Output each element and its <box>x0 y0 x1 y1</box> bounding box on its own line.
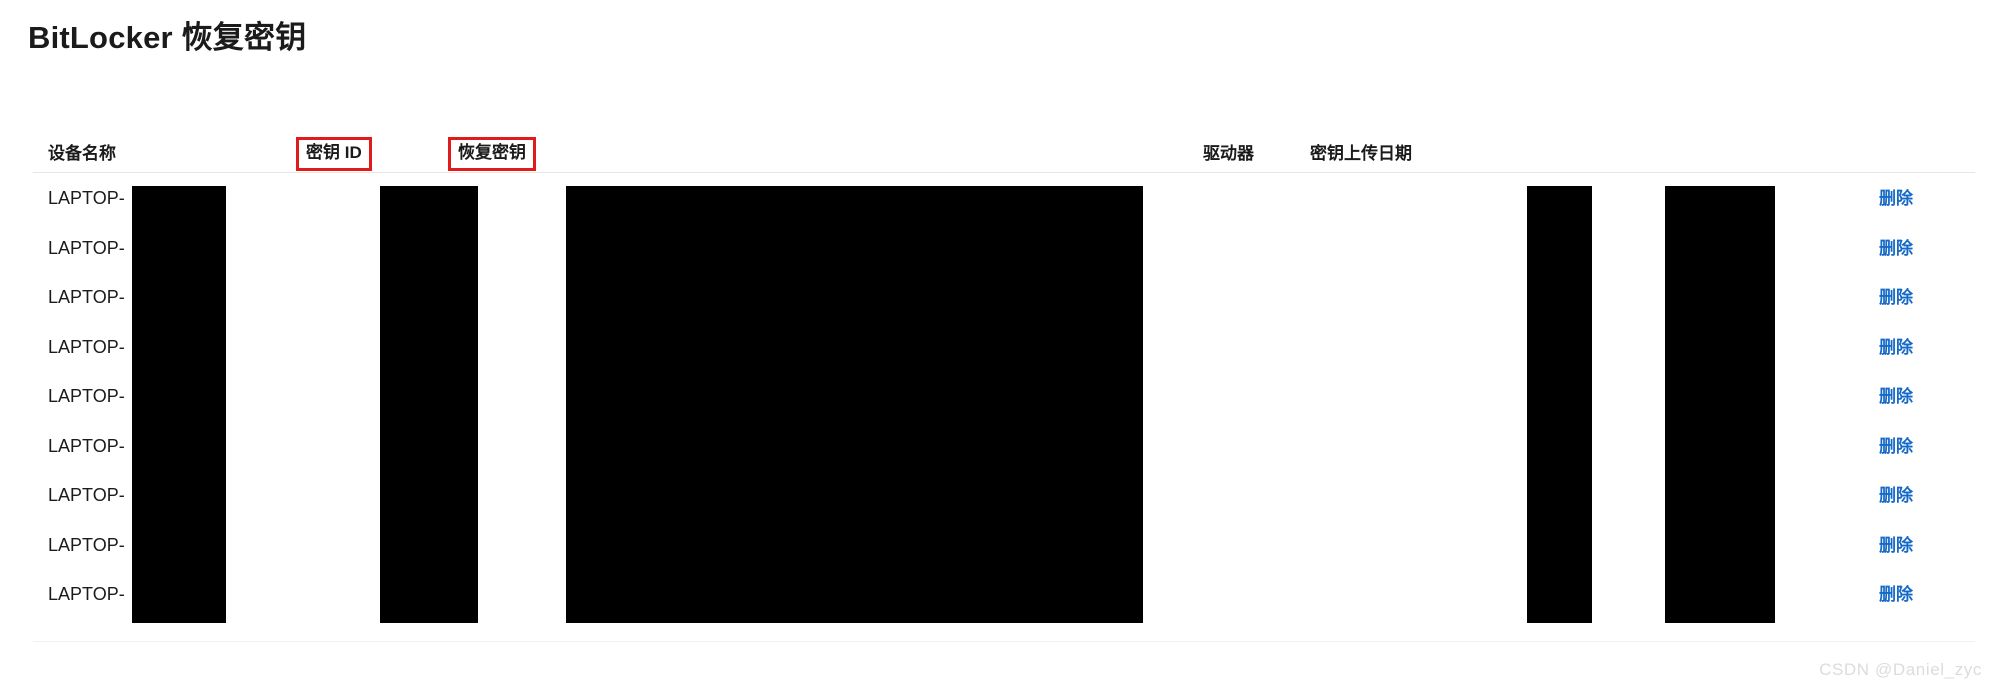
redaction-block-upload-date <box>1665 186 1775 623</box>
cell-device-name: LAPTOP- <box>48 188 125 208</box>
cell-device-name: LAPTOP- <box>48 237 125 258</box>
redaction-block-device-name <box>132 186 226 623</box>
delete-key-link[interactable]: 删除 <box>1879 323 1913 372</box>
column-header-recovery_key: 恢复密钥 <box>448 137 536 171</box>
column-header-upload_date: 密钥上传日期 <box>1310 144 1412 163</box>
bitlocker-recovery-keys-table: 设备名称 密钥 ID 恢复密钥 驱动器 密钥上传日期 LAPTOP- 删除 LAPTOP- 删… <box>0 0 1996 694</box>
table-bottom-divider <box>33 641 1975 642</box>
redaction-block-drive <box>1527 186 1592 623</box>
cell-device-name: LAPTOP- <box>48 386 125 406</box>
redaction-block-key-id <box>380 186 478 623</box>
cell-device-name: LAPTOP- <box>48 485 125 505</box>
delete-key-link[interactable]: 删除 <box>1879 422 1913 471</box>
delete-key-link[interactable]: 删除 <box>1879 372 1913 421</box>
delete-key-link[interactable]: 删除 <box>1879 224 1913 273</box>
cell-device-name: LAPTOP- <box>48 336 125 357</box>
delete-key-link[interactable]: 删除 <box>1879 174 1913 223</box>
cell-device-name: LAPTOP- <box>48 287 125 307</box>
column-header-drive: 驱动器 <box>1203 144 1254 163</box>
delete-key-link[interactable]: 删除 <box>1879 521 1913 570</box>
redaction-block-recovery-key <box>566 186 1143 623</box>
cell-device-name: LAPTOP- <box>48 584 125 604</box>
column-header-key_id: 密钥 ID <box>296 137 372 171</box>
cell-device-name: LAPTOP- <box>48 435 125 456</box>
cell-device-name: LAPTOP- <box>48 534 125 555</box>
watermark: CSDN @Daniel_zyc <box>1819 660 1982 679</box>
column-header-device_name: 设备名称 <box>48 144 116 163</box>
delete-key-link[interactable]: 删除 <box>1879 471 1913 520</box>
delete-key-link[interactable]: 删除 <box>1879 273 1913 322</box>
delete-key-link[interactable]: 删除 <box>1879 570 1913 619</box>
header-divider <box>33 172 1975 173</box>
